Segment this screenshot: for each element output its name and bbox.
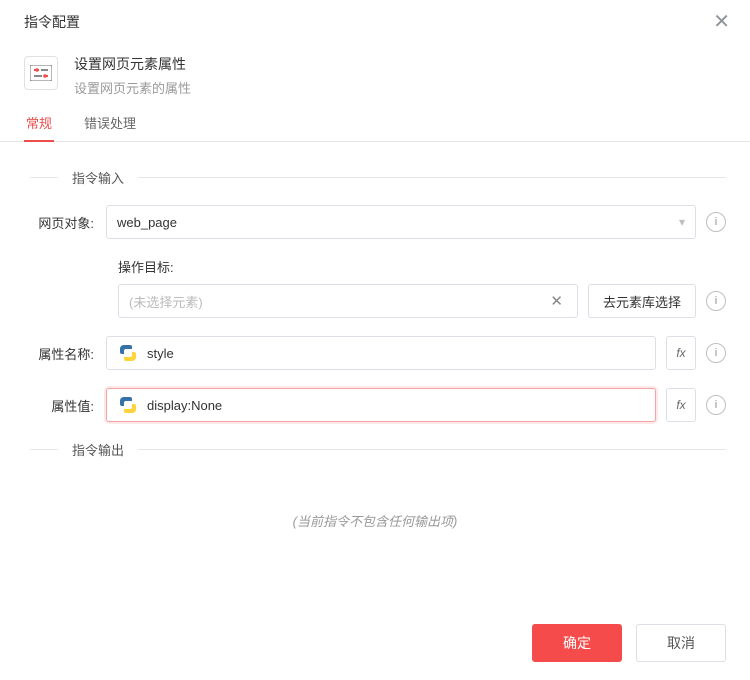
chevron-down-icon: ▾ xyxy=(679,215,685,229)
tabs: 常规 错误处理 xyxy=(0,113,750,142)
webpage-select-value: web_page xyxy=(117,215,177,230)
python-icon xyxy=(117,396,139,414)
dialog-footer: 确定 取消 xyxy=(0,610,750,680)
tab-panel-general: 指令输入 网页对象: web_page ▾ i 操作目标: (未选择元素) ✕ … xyxy=(0,142,750,554)
attr-name-input[interactable]: style xyxy=(106,336,656,370)
webpage-label: 网页对象: xyxy=(24,213,106,232)
row-attr-value: 属性值: display:None fx i xyxy=(24,388,726,422)
target-input[interactable]: (未选择元素) ✕ xyxy=(118,284,578,318)
ok-button[interactable]: 确定 xyxy=(532,624,622,662)
attr-value-value: display:None xyxy=(147,398,222,413)
pick-element-button[interactable]: 去元素库选择 xyxy=(588,284,696,318)
attr-name-value: style xyxy=(147,346,174,361)
dialog-title: 指令配置 xyxy=(24,12,80,32)
target-label: 操作目标: xyxy=(118,257,726,276)
attr-name-label: 属性名称: xyxy=(24,344,106,363)
python-icon xyxy=(117,344,139,362)
section-output-title: 指令输出 xyxy=(24,440,726,459)
section-input-title: 指令输入 xyxy=(24,168,726,187)
attr-value-label: 属性值: xyxy=(24,396,106,415)
info-icon[interactable]: i xyxy=(706,291,726,311)
webpage-select[interactable]: web_page ▾ xyxy=(106,205,696,239)
fx-button[interactable]: fx xyxy=(666,388,696,422)
dialog-header: 指令配置 ✕ xyxy=(0,0,750,40)
intro-block: 设置网页元素属性 设置网页元素的属性 xyxy=(0,40,750,113)
row-attr-name: 属性名称: style fx i xyxy=(24,336,726,370)
clear-icon[interactable]: ✕ xyxy=(546,292,567,310)
output-empty-text: (当前指令不包含任何输出项) xyxy=(24,477,726,546)
info-icon[interactable]: i xyxy=(706,343,726,363)
intro-title: 设置网页元素属性 xyxy=(74,54,191,74)
tab-errors[interactable]: 错误处理 xyxy=(82,113,138,141)
info-icon[interactable]: i xyxy=(706,395,726,415)
cancel-button[interactable]: 取消 xyxy=(636,624,726,662)
row-target: 操作目标: (未选择元素) ✕ 去元素库选择 i xyxy=(118,257,726,318)
intro-subtitle: 设置网页元素的属性 xyxy=(74,78,191,97)
dialog: 指令配置 ✕ 设置网页元素属性 设置网页元素的属性 常规 错误处理 指令输入 xyxy=(0,0,750,680)
target-placeholder: (未选择元素) xyxy=(129,292,203,311)
info-icon[interactable]: i xyxy=(706,212,726,232)
command-icon xyxy=(24,56,58,90)
fx-button[interactable]: fx xyxy=(666,336,696,370)
tab-general[interactable]: 常规 xyxy=(24,113,54,142)
close-icon[interactable]: ✕ xyxy=(713,12,730,32)
attr-value-input[interactable]: display:None xyxy=(106,388,656,422)
row-webpage: 网页对象: web_page ▾ i xyxy=(24,205,726,239)
